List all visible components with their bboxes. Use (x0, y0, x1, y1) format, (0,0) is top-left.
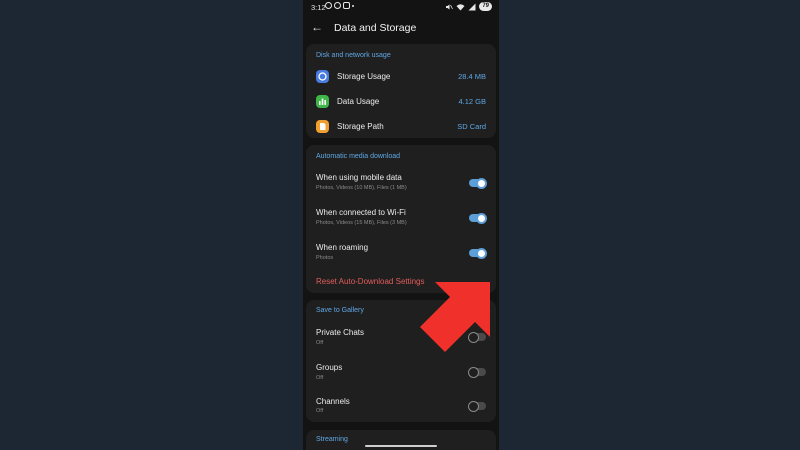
app-bar: ← Data and Storage (303, 14, 499, 42)
sd-card-icon (316, 120, 329, 133)
row-value: SD Card (457, 122, 486, 131)
row-value: 4.12 GB (458, 97, 486, 106)
status-bar: 3:12 79 (303, 0, 499, 14)
row-subtitle: Photos, Videos (10 MB), Files (1 MB) (316, 185, 407, 191)
notification-icon (334, 2, 341, 9)
row-subtitle: Off (316, 408, 324, 414)
storage-usage-row[interactable]: Storage Usage 28.4 MB (306, 68, 496, 88)
channels-row[interactable]: Channels Off (306, 393, 496, 423)
page-title: Data and Storage (334, 22, 417, 34)
red-arrow-icon (420, 282, 490, 352)
more-notifications-icon (352, 4, 354, 7)
battery-icon: 79 (479, 2, 492, 11)
auto-download-card: Automatic media download When using mobi… (306, 145, 496, 293)
reset-auto-download-button[interactable]: Reset Auto-Download Settings (316, 277, 425, 286)
groups-row[interactable]: Groups Off (306, 359, 496, 389)
section-title: Automatic media download (316, 153, 401, 160)
chart-icon (316, 95, 329, 108)
notification-icon (343, 2, 350, 9)
row-subtitle: Photos, Videos (15 MB), Files (3 MB) (316, 220, 407, 226)
row-label: Data Usage (337, 97, 380, 106)
system-icons: 79 (445, 2, 492, 11)
wifi-row[interactable]: When connected to Wi-Fi Photos, Videos (… (306, 204, 496, 234)
roaming-toggle[interactable] (469, 247, 487, 259)
back-arrow-icon[interactable]: ← (311, 20, 323, 34)
mute-icon (446, 4, 454, 9)
row-label: When roaming (316, 243, 369, 252)
row-subtitle: Off (316, 340, 324, 346)
section-title: Streaming (316, 436, 348, 443)
row-label: When using mobile data (316, 173, 402, 182)
section-title: Disk and network usage (316, 52, 391, 59)
wifi-toggle[interactable] (469, 212, 487, 224)
mobile-data-toggle[interactable] (469, 177, 487, 189)
phone-screen: 3:12 79 ← Data and Storage Disk and netw… (303, 0, 499, 450)
row-subtitle: Off (316, 375, 324, 381)
channels-toggle[interactable] (468, 400, 486, 412)
mobile-data-row[interactable]: When using mobile data Photos, Videos (1… (306, 169, 496, 199)
row-value: 28.4 MB (458, 72, 486, 81)
roaming-row[interactable]: When roaming Photos (306, 239, 496, 269)
storage-path-row[interactable]: Storage Path SD Card (306, 118, 496, 138)
section-title: Save to Gallery (316, 307, 364, 314)
row-label: Private Chats (316, 328, 365, 337)
notification-icons (325, 2, 354, 9)
row-label: When connected to Wi-Fi (316, 208, 406, 217)
wifi-icon (456, 3, 465, 10)
groups-toggle[interactable] (468, 366, 486, 378)
disk-usage-card: Disk and network usage Storage Usage 28.… (306, 44, 496, 138)
home-indicator[interactable] (365, 445, 437, 447)
row-label: Groups (316, 363, 343, 372)
signal-icon (468, 3, 476, 10)
row-label: Storage Usage (337, 72, 391, 81)
data-usage-row[interactable]: Data Usage 4.12 GB (306, 93, 496, 113)
notification-icon (325, 2, 332, 9)
storage-icon (316, 70, 329, 83)
row-label: Storage Path (337, 122, 384, 131)
streaming-card: Streaming (306, 430, 496, 450)
status-time: 3:12 (311, 3, 326, 12)
row-label: Channels (316, 397, 350, 406)
row-subtitle: Photos (316, 255, 334, 261)
